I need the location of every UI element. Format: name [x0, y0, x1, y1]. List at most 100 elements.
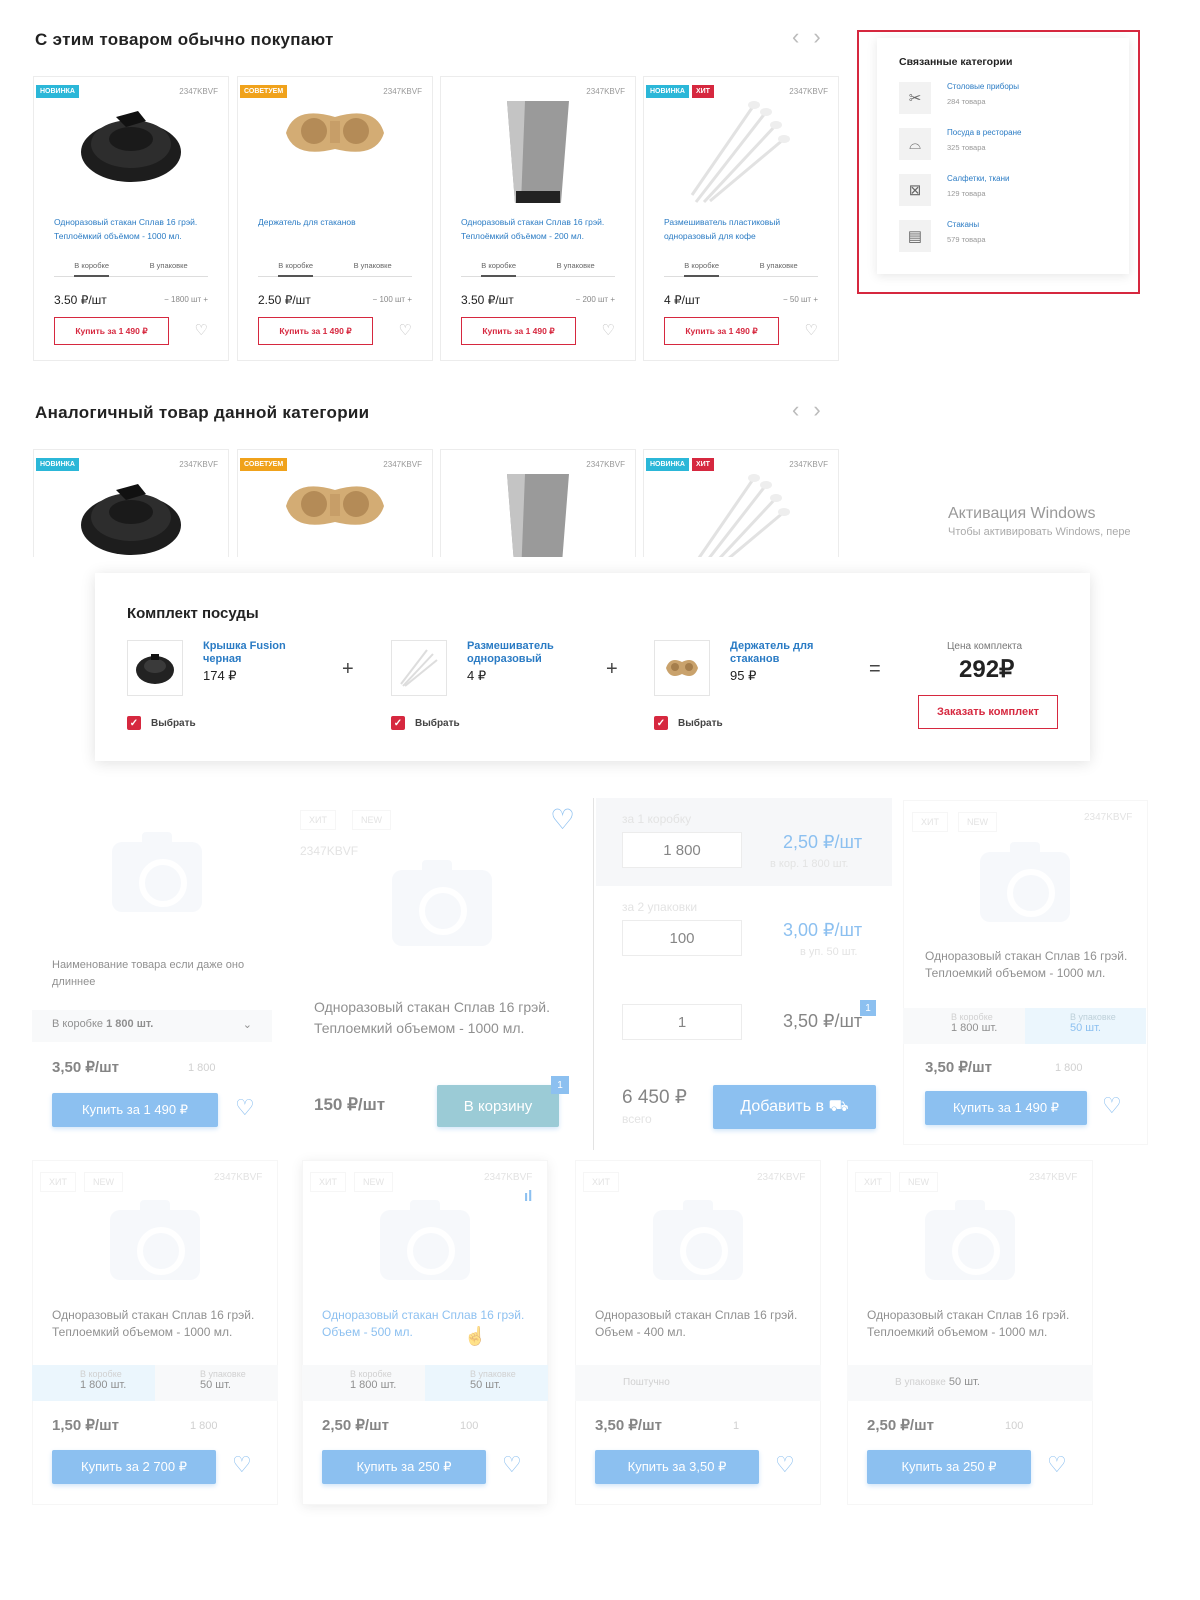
product-name[interactable]: Одноразовый стакан Сплав 16 грэй. Теплое…	[867, 1307, 1072, 1341]
heart-icon[interactable]: ♡	[775, 1452, 795, 1478]
pack-option-box[interactable]: В коробке 1 800 шт.	[903, 1008, 1025, 1044]
kit-select-checkbox[interactable]: ✓ Выбрать	[127, 716, 196, 730]
product-image[interactable]	[76, 97, 186, 192]
product-name[interactable]: Размешиватель пластиковый одноразовый дл…	[664, 215, 820, 243]
kit-item-name[interactable]: Держатель для стаканов	[730, 640, 840, 666]
quantity-stepper[interactable]: − 50 шт +	[783, 295, 818, 304]
kit-item-image[interactable]	[654, 640, 710, 696]
compare-icon[interactable]: ıl	[524, 1188, 532, 1205]
tab-pack[interactable]: В упаковке	[557, 261, 595, 270]
next-arrow-icon[interactable]: ›	[813, 24, 820, 50]
pack-option-pack[interactable]: В упаковке 50 шт.	[155, 1365, 278, 1401]
buy-button[interactable]: Купить за 1 490 ₽	[664, 317, 779, 345]
product-sku: 2347KBVF	[300, 844, 359, 858]
heart-icon[interactable]: ♡	[232, 1452, 252, 1478]
tab-pack[interactable]: В упаковке	[760, 261, 798, 270]
quantity-input[interactable]: 1	[733, 1420, 739, 1432]
kit-select-checkbox[interactable]: ✓ Выбрать	[391, 716, 460, 730]
prev-arrow-icon[interactable]: ‹	[792, 24, 799, 50]
quantity-input[interactable]: 1 800	[1055, 1062, 1083, 1074]
related-category-item[interactable]: ⊠ Салфетки, ткани 129 товара	[899, 174, 1107, 220]
product-name[interactable]: Держатель для стаканов	[258, 215, 414, 229]
product-image[interactable]	[686, 470, 796, 557]
related-category-item[interactable]: ✂ Столовые приборы 284 товара	[899, 82, 1107, 128]
product-name[interactable]: Одноразовый стакан Сплав 16 грэй. Теплое…	[314, 997, 564, 1039]
product-image[interactable]	[76, 470, 186, 557]
quantity-stepper[interactable]: − 200 шт +	[576, 295, 615, 304]
product-name[interactable]: Одноразовый стакан Сплав 16 грэй. Объем …	[595, 1307, 800, 1341]
price-per-unit: 2,50 ₽/шт	[783, 832, 863, 852]
tab-pack[interactable]: В упаковке	[354, 261, 392, 270]
quantity-stepper[interactable]: 1 800	[622, 832, 742, 868]
heart-icon[interactable]: ♡	[399, 321, 412, 339]
heart-icon[interactable]: ♡	[1047, 1452, 1067, 1478]
heart-icon[interactable]: ♡	[195, 321, 208, 339]
product-name[interactable]: Одноразовый стакан Сплав 16 грэй. Теплое…	[52, 1307, 257, 1341]
product-image[interactable]	[503, 97, 573, 212]
quantity-input[interactable]: 100	[460, 1420, 478, 1432]
quantity-stepper[interactable]: 100	[622, 920, 742, 956]
heart-icon[interactable]: ♡	[602, 321, 615, 339]
quantity-stepper[interactable]: − 1800 шт +	[164, 295, 208, 304]
tab-box[interactable]: В коробке	[684, 261, 720, 277]
hand-cursor-icon: ☝	[464, 1326, 487, 1346]
buy-button[interactable]: Купить за 1 490 ₽	[258, 317, 373, 345]
quantity-stepper[interactable]: − 100 шт +	[373, 295, 412, 304]
related-category-name[interactable]: Посуда в ресторане	[947, 128, 1021, 137]
pack-option-box[interactable]: В коробке 1 800 шт.	[302, 1365, 425, 1401]
heart-icon[interactable]: ♡	[805, 321, 818, 339]
heart-icon[interactable]: ♡	[235, 1095, 255, 1121]
product-image[interactable]	[280, 97, 390, 172]
product-image[interactable]	[280, 470, 390, 545]
tab-box[interactable]: В коробке	[481, 261, 517, 277]
prev-arrow-icon[interactable]: ‹	[792, 397, 799, 423]
tab-box[interactable]: В коробке	[74, 261, 110, 277]
product-name[interactable]: Одноразовый стакан Сплав 16 грэй. Теплоё…	[54, 215, 210, 243]
order-kit-button[interactable]: Заказать комплект	[918, 695, 1058, 729]
pack-option-single[interactable]: Поштучно	[575, 1365, 821, 1401]
tab-box[interactable]: В коробке	[278, 261, 314, 277]
buy-button[interactable]: Купить за 3,50 ₽	[595, 1450, 759, 1484]
heart-icon[interactable]: ♡	[1102, 1093, 1122, 1119]
buy-button[interactable]: Купить за 1 490 ₽	[925, 1091, 1087, 1125]
kit-item-image[interactable]	[391, 640, 447, 696]
heart-icon[interactable]: ♡	[502, 1452, 522, 1478]
related-category-item[interactable]: ⌓ Посуда в ресторане 325 товара	[899, 128, 1107, 174]
add-to-cart-button[interactable]: Добавить в ⛟	[713, 1085, 876, 1129]
buy-button[interactable]: Купить за 250 ₽	[322, 1450, 486, 1484]
related-category-name[interactable]: Столовые приборы	[947, 82, 1019, 91]
related-category-item[interactable]: ▤ Стаканы 579 товара	[899, 220, 1107, 266]
pack-option-pack-selected[interactable]: В упаковке 50 шт.	[1025, 1008, 1146, 1044]
kit-item-name[interactable]: Размешиватель одноразовый	[467, 640, 577, 666]
product-sku: 2347KBVF	[214, 1172, 263, 1183]
quantity-input[interactable]: 100	[1005, 1420, 1023, 1432]
product-image[interactable]	[686, 97, 796, 212]
buy-button[interactable]: Купить за 1 490 ₽	[461, 317, 576, 345]
buy-button[interactable]: Купить за 1 490 ₽	[52, 1093, 218, 1127]
related-category-name[interactable]: Салфетки, ткани	[947, 174, 1010, 183]
product-name[interactable]: Одноразовый стакан Сплав 16 грэй. Объем …	[322, 1307, 527, 1341]
pack-selector[interactable]: В коробке 1 800 шт. ⌄	[32, 1010, 272, 1042]
buy-button[interactable]: Купить за 1 490 ₽	[54, 317, 169, 345]
product-name[interactable]: Наименование товара если даже оно длинне…	[52, 957, 252, 991]
buy-button[interactable]: Купить за 2 700 ₽	[52, 1450, 216, 1484]
kit-select-checkbox[interactable]: ✓ Выбрать	[654, 716, 723, 730]
product-image[interactable]	[503, 470, 573, 557]
quantity-stepper[interactable]: 1	[622, 1004, 742, 1040]
kit-item-name[interactable]: Крышка Fusion черная	[203, 640, 313, 666]
heart-icon[interactable]: ♡	[550, 803, 575, 836]
next-arrow-icon[interactable]: ›	[813, 397, 820, 423]
pack-option-single[interactable]: В упаковке 50 шт.	[847, 1365, 1093, 1401]
quantity-input[interactable]: 1 800	[190, 1420, 218, 1432]
quantity-input[interactable]: 1 800	[188, 1062, 216, 1074]
kit-item-image[interactable]	[127, 640, 183, 696]
related-category-name[interactable]: Стаканы	[947, 220, 986, 229]
product-name[interactable]: Одноразовый стакан Сплав 16 грэй. Теплое…	[925, 948, 1130, 982]
add-to-cart-button[interactable]: В корзину	[437, 1085, 559, 1127]
napkin-icon: ⊠	[899, 174, 931, 206]
pack-option-box[interactable]: В коробке 1 800 шт.	[32, 1365, 155, 1401]
tab-pack[interactable]: В упаковке	[150, 261, 188, 270]
buy-button[interactable]: Купить за 250 ₽	[867, 1450, 1031, 1484]
pack-option-pack[interactable]: В упаковке 50 шт.	[425, 1365, 548, 1401]
product-name[interactable]: Одноразовый стакан Сплав 16 грэй. Теплоё…	[461, 215, 617, 243]
